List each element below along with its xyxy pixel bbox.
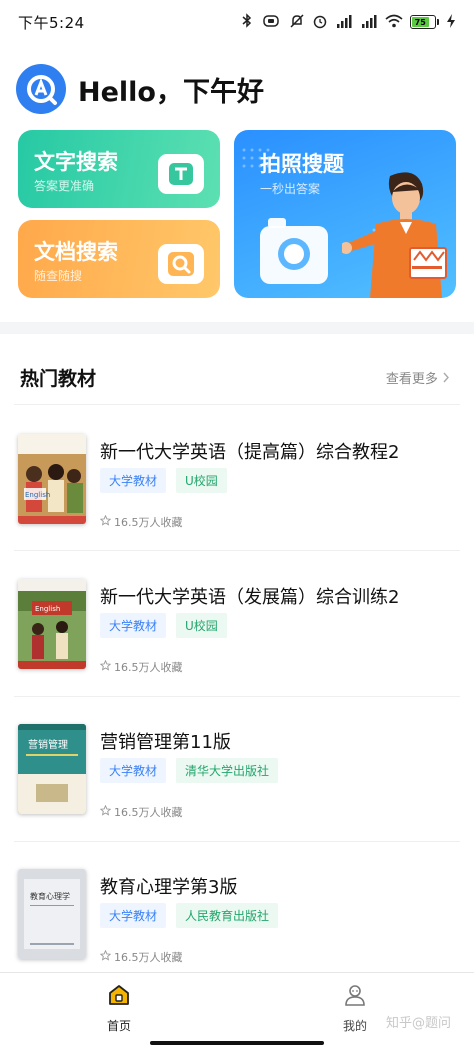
favorites-label: 16.5万人收藏 xyxy=(114,806,183,819)
book-title: 教育心理学第3版 xyxy=(100,877,238,898)
tag-category: 大学教材 xyxy=(100,468,167,493)
see-more-label: 查看更多 xyxy=(385,372,438,387)
book-item[interactable]: English 新一代大学英语（发展篇）综合训练2 大学教材 U校园 16.5万… xyxy=(0,565,474,710)
tag-category: 大学教材 xyxy=(100,758,167,783)
tag-publisher: U校园 xyxy=(176,613,227,638)
home-indicator[interactable] xyxy=(150,1041,324,1045)
book-cover: 教育心理学 xyxy=(18,869,86,959)
favorites-label: 16.5万人收藏 xyxy=(114,951,183,964)
star-icon xyxy=(99,804,112,819)
status-bar: 下午5:24 75 xyxy=(0,0,474,44)
favorites-count: 16.5万人收藏 xyxy=(99,949,183,965)
favorites-count: 16.5万人收藏 xyxy=(99,514,183,530)
star-icon xyxy=(99,514,112,529)
watermark: 知乎@题问 xyxy=(386,1016,452,1031)
doc-search-title: 文档搜索 xyxy=(34,240,118,264)
book-tags: 大学教材 人民教育出版社 xyxy=(100,903,279,928)
doc-search-subtitle: 随查随搜 xyxy=(34,269,83,283)
status-icons: 75 xyxy=(241,13,456,32)
text-t-icon xyxy=(158,154,204,194)
tag-publisher: 清华大学出版社 xyxy=(176,758,279,783)
nav-mine[interactable]: 我的 xyxy=(315,983,395,1034)
chevron-right-icon xyxy=(442,372,450,387)
battery-icon: 75 xyxy=(410,15,439,29)
svg-text:English: English xyxy=(35,605,60,613)
greeting-text: Hello，下午好 xyxy=(78,76,264,108)
book-title: 营销管理第11版 xyxy=(100,732,231,753)
status-time: 下午5:24 xyxy=(18,13,85,32)
wifi-icon xyxy=(385,14,403,31)
tag-category: 大学教材 xyxy=(100,903,167,928)
alarm-icon xyxy=(312,13,328,32)
photo-search-title: 拍照搜题 xyxy=(260,152,344,176)
cover-title: 营销管理 xyxy=(28,738,68,751)
text-search-card[interactable]: 文字搜索 答案更准确 xyxy=(18,130,220,208)
text-search-subtitle: 答案更准确 xyxy=(34,179,95,193)
vibrate-icon xyxy=(260,14,282,31)
cover-title: 教育心理学 xyxy=(30,891,70,901)
book-tags: 大学教材 U校园 xyxy=(100,613,227,638)
book-cover: 营销管理 xyxy=(18,724,86,814)
divider-line xyxy=(14,841,460,842)
see-more-link[interactable]: 查看更多 xyxy=(386,368,450,387)
photo-search-card[interactable]: 拍照搜题 一秒出答案 xyxy=(234,130,456,298)
doc-search-card[interactable]: 文档搜索 随查随搜 xyxy=(18,220,220,298)
nav-home[interactable]: 首页 xyxy=(79,983,159,1034)
mute-icon xyxy=(289,13,305,32)
favorites-count: 16.5万人收藏 xyxy=(99,804,183,820)
favorites-label: 16.5万人收藏 xyxy=(114,516,183,529)
svg-text:English: English xyxy=(25,491,50,499)
favorites-count: 16.5万人收藏 xyxy=(99,659,183,675)
tag-publisher: 人民教育出版社 xyxy=(176,903,279,928)
book-item[interactable]: 营销管理 营销管理第11版 大学教材 清华大学出版社 16.5万人收藏 xyxy=(0,710,474,855)
signal-icon xyxy=(360,14,378,31)
photo-search-subtitle: 一秒出答案 xyxy=(260,182,321,196)
section-title: 热门教材 xyxy=(20,368,97,390)
home-icon xyxy=(107,983,131,1011)
magnifier-icon xyxy=(158,244,204,284)
nav-mine-label: 我的 xyxy=(342,1019,367,1033)
charging-icon xyxy=(446,13,456,31)
profile-icon xyxy=(343,983,367,1011)
star-icon xyxy=(99,659,112,674)
bluetooth-icon xyxy=(241,13,253,31)
signal-icon xyxy=(335,14,353,31)
book-tags: 大学教材 清华大学出版社 xyxy=(100,758,279,783)
nav-home-label: 首页 xyxy=(106,1019,131,1033)
book-item[interactable]: English 新一代大学英语（提高篇）综合教程2 大学教材 U校园 16.5万… xyxy=(0,420,474,565)
greeting-header: Hello，下午好 xyxy=(16,64,264,114)
tag-publisher: U校园 xyxy=(176,468,227,493)
divider-line xyxy=(14,696,460,697)
student-illustration-icon xyxy=(340,170,454,298)
book-cover: English xyxy=(18,579,86,669)
book-cover: English xyxy=(18,434,86,524)
tag-category: 大学教材 xyxy=(100,613,167,638)
divider-line xyxy=(14,550,460,551)
star-icon xyxy=(99,949,112,964)
camera-icon xyxy=(258,216,330,290)
divider-line xyxy=(14,404,460,405)
battery-level: 75 xyxy=(412,17,429,27)
favorites-label: 16.5万人收藏 xyxy=(114,661,183,674)
book-tags: 大学教材 U校园 xyxy=(100,468,227,493)
book-title: 新一代大学英语（发展篇）综合训练2 xyxy=(100,587,400,608)
app-logo-icon xyxy=(16,64,66,114)
text-search-title: 文字搜索 xyxy=(34,150,118,174)
book-title: 新一代大学英语（提高篇）综合教程2 xyxy=(100,442,400,463)
section-divider xyxy=(0,322,474,334)
